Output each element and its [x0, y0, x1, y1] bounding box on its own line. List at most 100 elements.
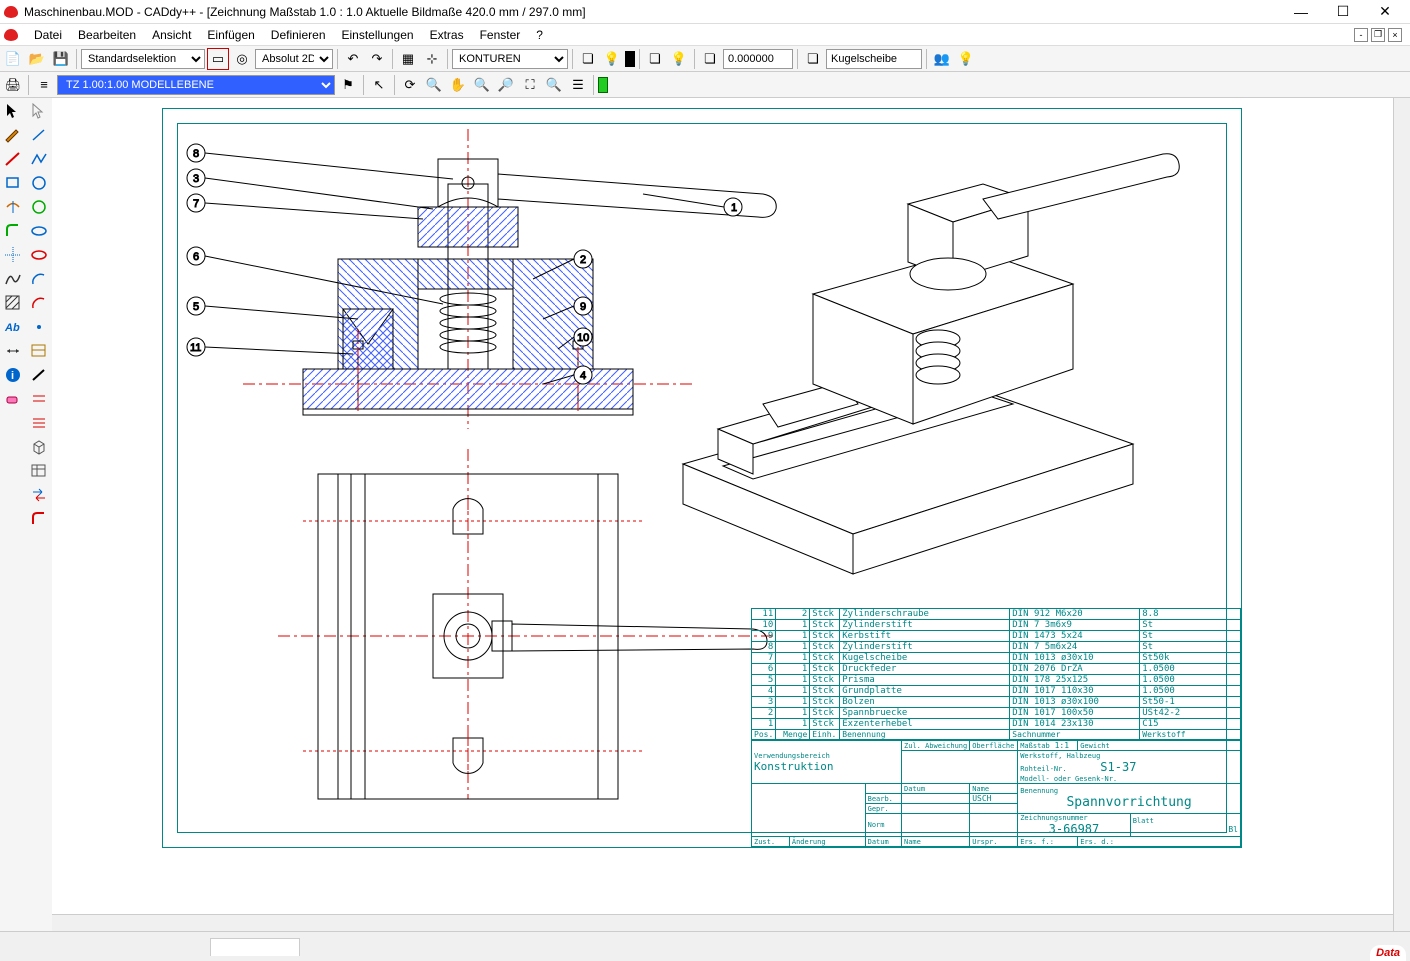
point-tool[interactable] — [28, 316, 50, 338]
color-swatch-black[interactable] — [625, 51, 635, 67]
layer-name-input[interactable] — [826, 49, 922, 69]
swap-tool[interactable] — [28, 484, 50, 506]
menu-extras[interactable]: Extras — [422, 26, 472, 44]
fillet-red-tool[interactable] — [28, 508, 50, 530]
refresh-view-button[interactable]: ⟳ — [399, 74, 421, 96]
mdi-minimize-button[interactable]: - — [1354, 28, 1368, 42]
layer-stack-1-icon[interactable]: ❏ — [577, 48, 599, 70]
bulb-3-icon[interactable]: 💡 — [955, 48, 977, 70]
lines-double-tool[interactable] — [28, 388, 50, 410]
svg-text:Ab: Ab — [4, 322, 20, 334]
svg-text:3: 3 — [193, 173, 199, 185]
bom-row: 21StckSpannbrueckeDIN 1017 100x50USt42-2 — [752, 708, 1241, 719]
layer-select-button[interactable]: ≡ — [33, 74, 55, 96]
arc-tool[interactable] — [28, 268, 50, 290]
dimension-tool[interactable] — [2, 340, 24, 362]
snap-button[interactable]: ⊹ — [421, 48, 443, 70]
fillet-green-tool[interactable] — [2, 220, 24, 242]
menu-definieren[interactable]: Definieren — [263, 26, 334, 44]
text-tool[interactable]: Ab — [2, 316, 24, 338]
select-target-button[interactable]: ◎ — [231, 48, 253, 70]
menu-help[interactable]: ? — [528, 26, 551, 44]
line-red-tool[interactable] — [2, 148, 24, 170]
drawing-sheet-border: 8 3 7 6 5 11 1 2 9 10 4 — [162, 108, 1242, 848]
layer-stack-4-icon[interactable]: ❏ — [802, 48, 824, 70]
drawing-canvas[interactable]: 8 3 7 6 5 11 1 2 9 10 4 — [52, 98, 1410, 931]
info-tool[interactable]: i — [2, 364, 24, 386]
undo-button[interactable]: ↶ — [342, 48, 364, 70]
zoom-extents-button[interactable]: ⛶ — [519, 74, 541, 96]
svg-text:4: 4 — [580, 370, 586, 382]
app-logo-icon — [4, 6, 18, 18]
multiline-tool[interactable] — [28, 412, 50, 434]
mdi-close-button[interactable]: × — [1388, 28, 1402, 42]
cursor-arrow-button[interactable]: ↖ — [368, 74, 390, 96]
trim-tool[interactable] — [2, 196, 24, 218]
pointer-alt-tool[interactable] — [28, 100, 50, 122]
svg-text:10: 10 — [577, 332, 589, 344]
circle-green-tool[interactable] — [28, 196, 50, 218]
bom-row: 71StckKugelscheibeDIN 1013 ø30x10St50k — [752, 653, 1241, 664]
pan-button[interactable]: ✋ — [447, 74, 469, 96]
layer-flag-button[interactable]: ⚑ — [337, 74, 359, 96]
bulb-1-icon[interactable]: 💡 — [601, 48, 623, 70]
menu-bearbeiten[interactable]: Bearbeiten — [70, 26, 144, 44]
maximize-button[interactable]: ☐ — [1322, 0, 1364, 24]
selection-mode-dropdown[interactable]: Standardselektion — [81, 49, 205, 69]
app-logo-icon — [4, 29, 18, 41]
bom-row: 112StckZylinderschraubeDIN 912 M6x208.8 — [752, 609, 1241, 620]
document-tab[interactable] — [210, 938, 300, 956]
box3d-tool[interactable] — [28, 436, 50, 458]
kontur-dropdown[interactable]: KONTUREN — [452, 49, 568, 69]
eraser-tool[interactable] — [2, 388, 24, 410]
layer-stack-2-icon[interactable]: ❏ — [644, 48, 666, 70]
status-indicator-icon — [598, 77, 608, 93]
ellipse-red-tool[interactable] — [28, 244, 50, 266]
zoom-previous-button[interactable]: 🔍 — [543, 74, 565, 96]
redo-button[interactable]: ↷ — [366, 48, 388, 70]
line-tool[interactable] — [28, 124, 50, 146]
rect-tool[interactable] — [2, 172, 24, 194]
polyline-tool[interactable] — [28, 148, 50, 170]
arc-red-tool[interactable] — [28, 292, 50, 314]
pencil-tool[interactable] — [2, 124, 24, 146]
ellipse-tool[interactable] — [28, 220, 50, 242]
crosshair-tool[interactable] — [2, 244, 24, 266]
coord-mode-dropdown[interactable]: Absolut 2D — [255, 49, 333, 69]
numeric-input[interactable] — [723, 49, 793, 69]
layout-tool[interactable] — [28, 340, 50, 362]
pointer-tool[interactable] — [2, 100, 24, 122]
people-icon[interactable]: 👥 — [931, 48, 953, 70]
save-file-button[interactable]: 💾 — [50, 48, 72, 70]
circle-tool[interactable] — [28, 172, 50, 194]
grid-button[interactable]: ▦ — [397, 48, 419, 70]
titlebar: Maschinenbau.MOD - CADdy++ - [Zeichnung … — [0, 0, 1410, 24]
print-button[interactable]: 🖨 — [2, 74, 24, 96]
menu-einfuegen[interactable]: Einfügen — [199, 26, 262, 44]
spline-tool[interactable] — [2, 268, 24, 290]
open-file-button[interactable]: 📂 — [26, 48, 48, 70]
zoom-out-button[interactable]: 🔎 — [495, 74, 517, 96]
menu-fenster[interactable]: Fenster — [472, 26, 529, 44]
menu-einstellungen[interactable]: Einstellungen — [334, 26, 422, 44]
bom-row: 51StckPrismaDIN 178 25x1251.0500 — [752, 675, 1241, 686]
line-black-tool[interactable] — [28, 364, 50, 386]
menu-ansicht[interactable]: Ansicht — [144, 26, 199, 44]
svg-text:2: 2 — [580, 254, 586, 266]
select-rect-button[interactable]: ▭ — [207, 48, 229, 70]
layer-stack-3-icon[interactable]: ❏ — [699, 48, 721, 70]
menu-datei[interactable]: Datei — [26, 26, 70, 44]
zoom-dynamic-button[interactable]: 🔍 — [471, 74, 493, 96]
new-file-button[interactable]: 📄 — [2, 48, 24, 70]
zoom-window-button[interactable]: 🔍 — [423, 74, 445, 96]
hatch-tool[interactable] — [2, 292, 24, 314]
layer-combo[interactable]: TZ 1.00:1.00 MODELLEBENE — [57, 75, 335, 95]
parts-list: 112StckZylinderschraubeDIN 912 M6x208.81… — [751, 608, 1241, 847]
close-button[interactable]: ✕ — [1364, 0, 1406, 24]
bulb-2-icon[interactable]: 💡 — [668, 48, 690, 70]
table-tool[interactable] — [28, 460, 50, 482]
minimize-button[interactable]: — — [1280, 0, 1322, 24]
view-list-button[interactable]: ☰ — [567, 74, 589, 96]
mdi-restore-button[interactable]: ❐ — [1371, 28, 1385, 42]
bom-row: 41StckGrundplatteDIN 1017 110x301.0500 — [752, 686, 1241, 697]
